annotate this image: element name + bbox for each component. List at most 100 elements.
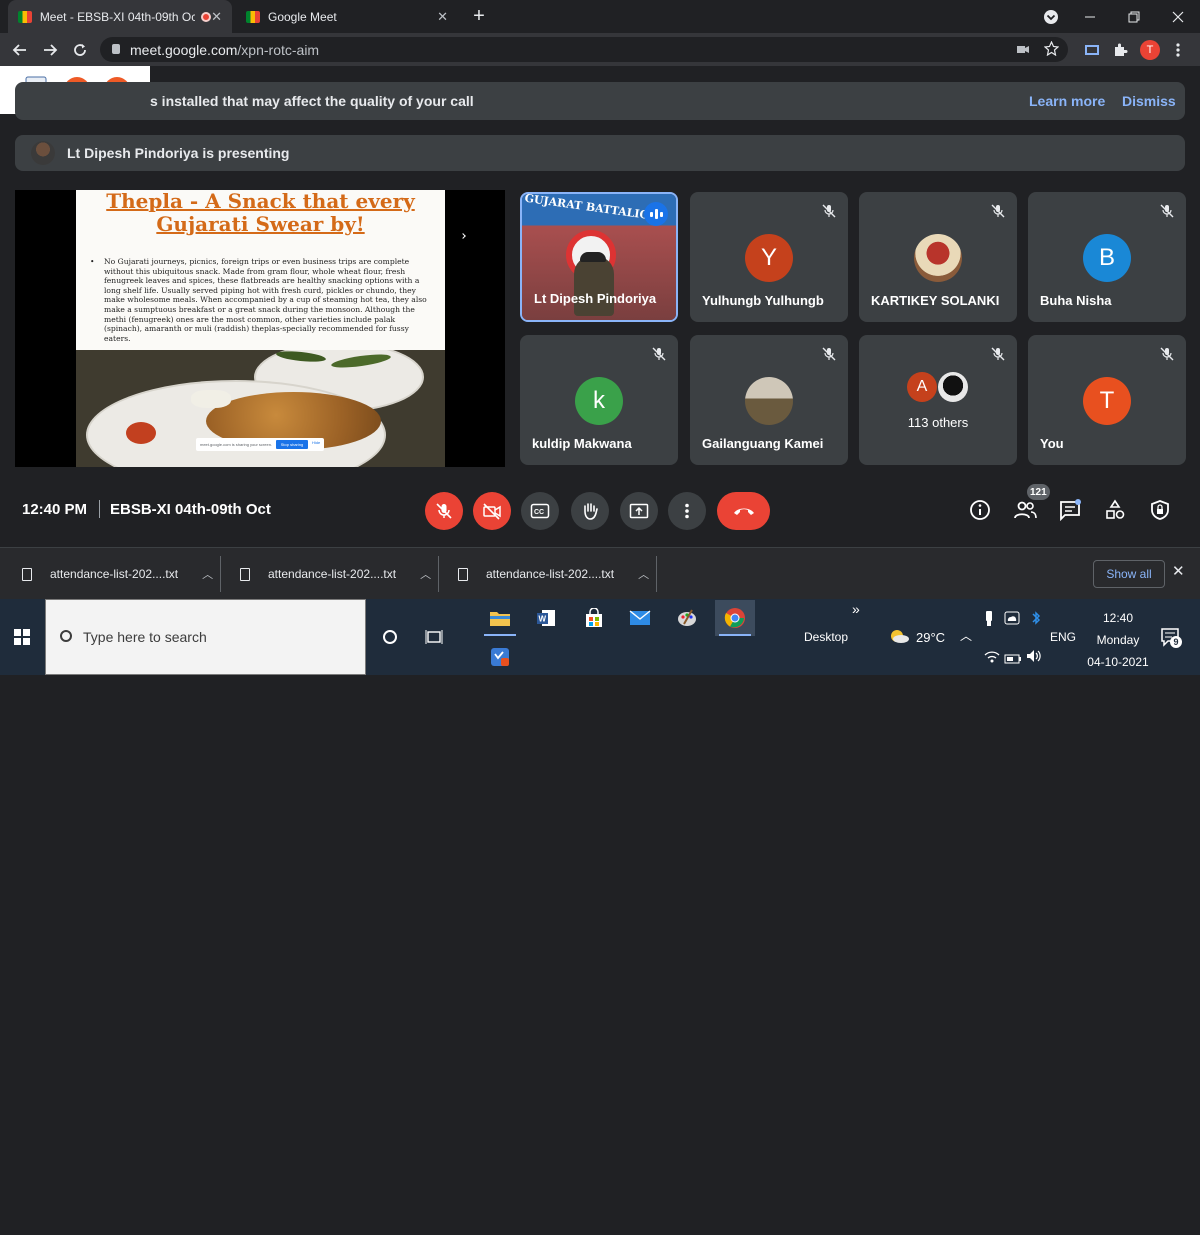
camera-icon[interactable] [1016, 42, 1030, 59]
taskbar-app-extra[interactable] [480, 639, 520, 675]
taskbar-search-box[interactable]: Type here to search [45, 599, 366, 675]
tab-meet[interactable]: Meet - EBSB-XI 04th-09th Oc ✕ [8, 0, 232, 33]
present-now-button[interactable] [620, 492, 658, 530]
taskbar-chrome[interactable] [715, 600, 755, 636]
extension-warning-banner: s installed that may affect the quality … [15, 82, 1185, 120]
taskbar-mail[interactable] [620, 600, 660, 636]
tab-close-icon[interactable]: ✕ [211, 9, 222, 25]
show-hidden-icons-chevron[interactable]: ︿ [960, 627, 972, 644]
participant-tile-self[interactable]: T You [1028, 335, 1186, 465]
raise-hand-button[interactable] [571, 492, 609, 530]
search-icon [60, 630, 72, 642]
chat-button[interactable] [1056, 496, 1084, 524]
wifi-icon[interactable] [984, 649, 1000, 668]
close-downloads-icon[interactable]: ✕ [1172, 562, 1185, 580]
mic-off-icon [652, 347, 666, 361]
extensions-puzzle-icon[interactable] [1106, 33, 1134, 66]
task-view-icon [425, 630, 443, 644]
browser-menu-icon[interactable] [1164, 33, 1192, 66]
taskbar-overflow-chevron[interactable]: » [852, 601, 860, 617]
chevron-up-icon[interactable]: ︿ [202, 566, 213, 582]
weather-icon[interactable] [888, 627, 910, 650]
divider [220, 556, 221, 592]
taskbar-word[interactable]: W [526, 600, 566, 636]
cortana-button[interactable] [370, 619, 410, 655]
volume-icon[interactable] [1026, 649, 1042, 668]
task-view-button[interactable] [414, 619, 454, 655]
activities-button[interactable] [1101, 496, 1129, 524]
download-item[interactable]: attendance-list-202....txt ︿ [22, 548, 213, 600]
show-all-button[interactable]: Show all [1093, 560, 1165, 588]
participant-tile[interactable]: Gailanguang Kamei [690, 335, 848, 465]
participant-tile[interactable]: KARTIKEY SOLANKI [859, 192, 1017, 322]
participant-tile[interactable]: B Buha Nisha [1028, 192, 1186, 322]
captions-button[interactable]: CC [521, 492, 559, 530]
back-icon[interactable] [5, 33, 35, 66]
url-path: /xpn-rotc-aim [237, 41, 320, 58]
hide-button[interactable]: Hide [312, 440, 320, 445]
more-options-button[interactable] [668, 492, 706, 530]
close-window-icon[interactable] [1156, 0, 1200, 33]
battery-icon[interactable] [1004, 651, 1022, 669]
participant-avatar: k [575, 377, 623, 425]
chevron-up-icon[interactable]: ︿ [420, 566, 431, 582]
taskbar-store[interactable] [574, 600, 614, 636]
learn-more-link[interactable]: Learn more [1029, 93, 1105, 109]
taskbar-paint[interactable] [667, 600, 707, 636]
weather-temp[interactable]: 29°C [916, 630, 945, 645]
participant-tile[interactable]: GUJARAT BATTALION Lt Dipesh Pindoriya [520, 192, 678, 322]
tab-google-meet[interactable]: Google Meet ✕ [236, 0, 458, 33]
extension-screen-icon[interactable] [1078, 33, 1106, 66]
end-call-button[interactable] [717, 492, 770, 530]
restore-icon[interactable] [1112, 0, 1156, 33]
meet-favicon-icon [246, 10, 260, 23]
action-center-button[interactable]: 9 [1160, 627, 1182, 649]
dismiss-button[interactable]: Dismiss [1122, 93, 1176, 109]
download-item[interactable]: attendance-list-202....txt ︿ [458, 548, 649, 600]
new-tab-button[interactable]: + [468, 4, 490, 28]
participant-tile[interactable]: k kuldip Makwana [520, 335, 678, 465]
mic-toggle-button[interactable] [425, 492, 463, 530]
onedrive-cloud-icon[interactable] [1004, 611, 1020, 630]
taskbar-file-explorer[interactable] [480, 600, 520, 636]
phone-hangup-icon [733, 508, 754, 515]
minimize-icon[interactable] [1068, 0, 1112, 33]
camera-toggle-button[interactable] [473, 492, 511, 530]
download-item[interactable]: attendance-list-202....txt ︿ [240, 548, 431, 600]
chevron-up-icon[interactable]: ︿ [638, 566, 649, 582]
start-button[interactable] [0, 619, 44, 655]
system-clock[interactable]: 12:40 Monday 04-10-2021 [1085, 607, 1151, 673]
store-bag-icon [586, 608, 602, 627]
participants-button[interactable] [1011, 496, 1039, 524]
stop-sharing-button[interactable]: Stop sharing [276, 440, 308, 449]
profile-avatar[interactable]: T [1136, 33, 1164, 66]
meeting-time: 12:40 PM [22, 501, 88, 518]
meeting-details-button[interactable] [966, 496, 994, 524]
slide-body-text: No Gujarati journeys, picnics, foreign t… [104, 257, 427, 343]
input-language[interactable]: ENG [1050, 630, 1076, 644]
tab-search-icon[interactable] [1029, 0, 1073, 33]
host-controls-button[interactable] [1146, 496, 1174, 524]
address-toolbar: meet.google.com/xpn-rotc-aim T [0, 33, 1200, 66]
clock-day: Monday [1096, 633, 1140, 647]
participant-tile-others[interactable]: A 113 others [859, 335, 1017, 465]
recording-icon [201, 11, 212, 22]
others-count: 113 others [907, 415, 969, 430]
reload-icon[interactable] [65, 33, 95, 66]
forward-icon[interactable] [35, 33, 65, 66]
slide-bullet: • [90, 257, 95, 266]
more-vert-icon [685, 503, 689, 519]
bookmark-star-icon[interactable] [1043, 40, 1060, 59]
divider [656, 556, 657, 592]
screen-share-notice: meet.google.com is sharing your screen. … [196, 438, 324, 451]
mic-off-icon [991, 204, 1005, 218]
presentation-view[interactable]: Thepla - A Snack that every Gujarati Swe… [15, 190, 505, 467]
url-bar[interactable]: meet.google.com/xpn-rotc-aim [100, 37, 1068, 62]
participant-tile[interactable]: Y Yulhungb Yulhungb [690, 192, 848, 322]
tab-close-icon[interactable]: ✕ [437, 9, 448, 25]
bluetooth-icon[interactable] [1030, 610, 1042, 631]
participant-name: You [1040, 436, 1064, 451]
pickle-bowl [126, 422, 156, 444]
desktop-toolbar-label[interactable]: Desktop [804, 630, 848, 644]
usb-icon[interactable] [984, 611, 994, 632]
